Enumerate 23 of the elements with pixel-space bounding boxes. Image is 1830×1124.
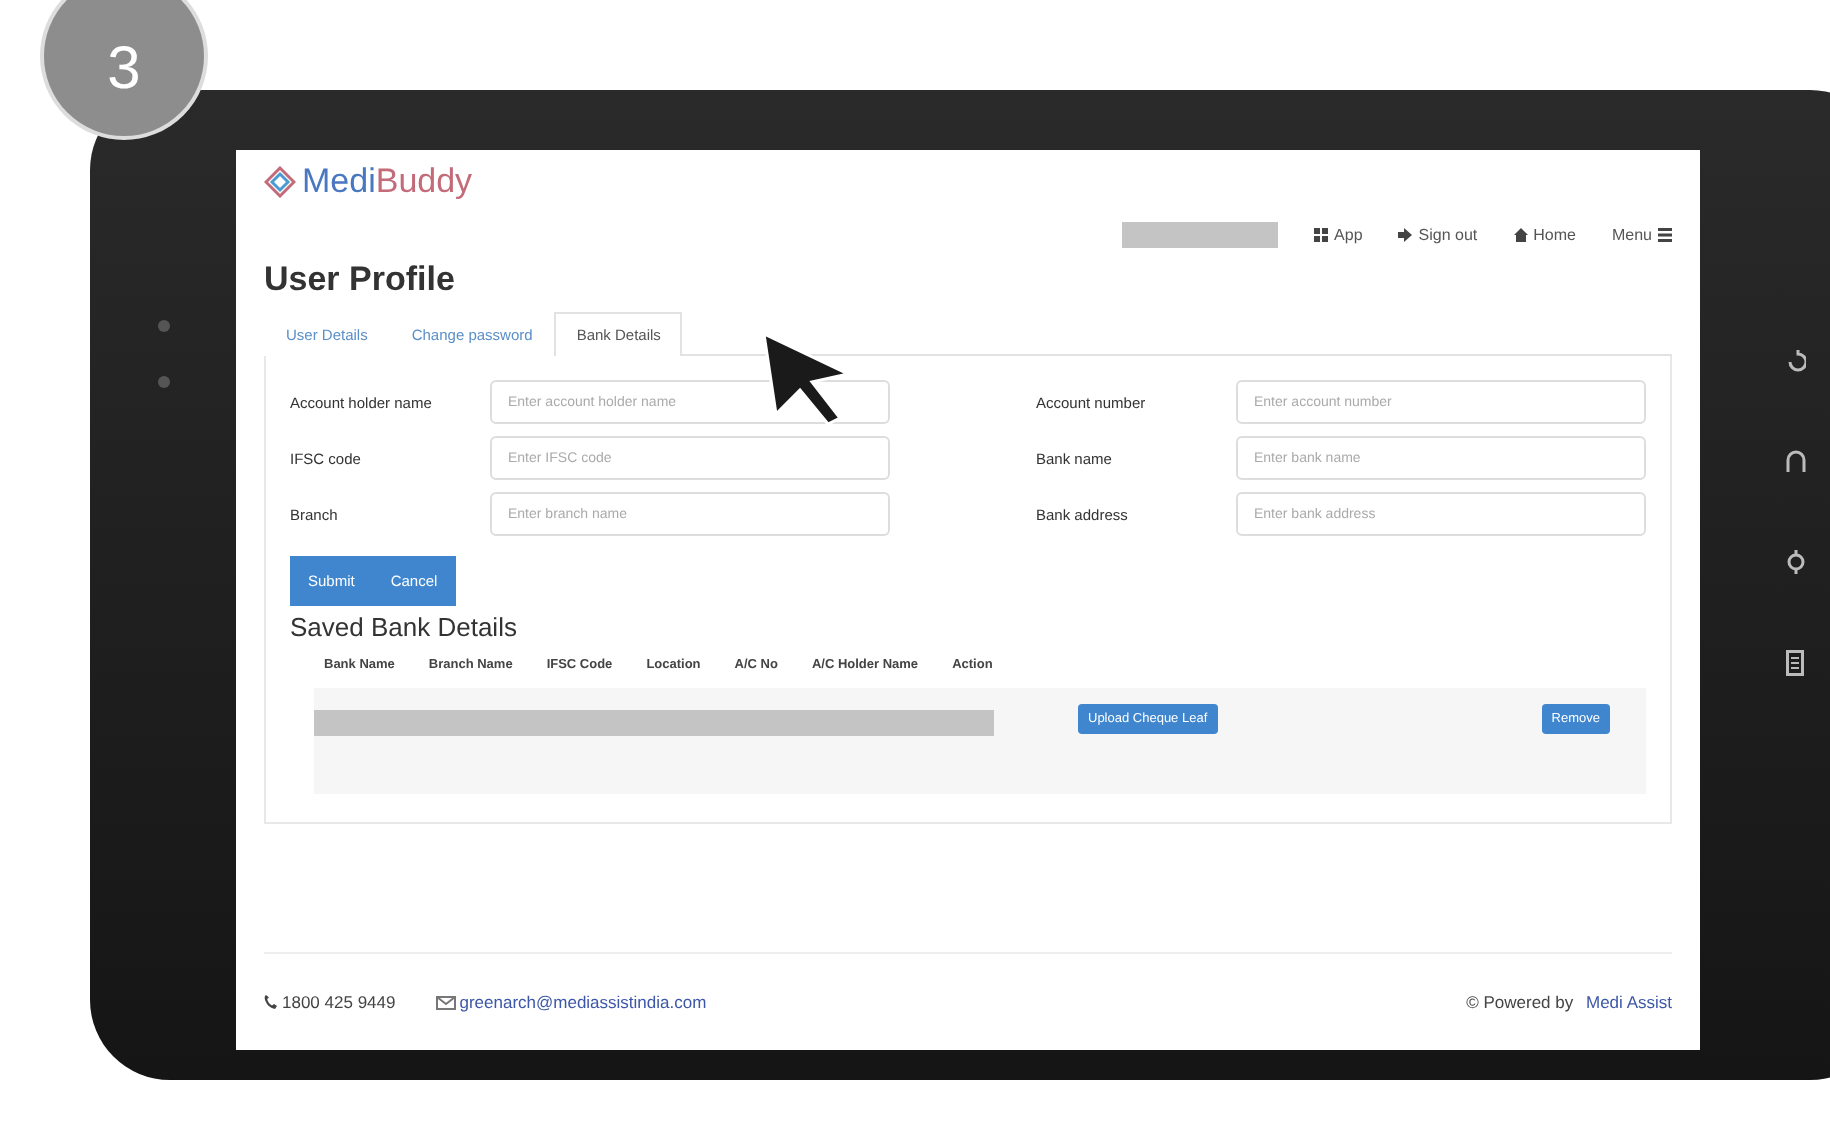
sign-out-icon: [1398, 228, 1413, 242]
company-link[interactable]: Medi Assist: [1586, 992, 1672, 1012]
back-icon: [1785, 350, 1805, 374]
menu-icon: [1658, 228, 1672, 242]
grid-icon: [1314, 228, 1329, 242]
email-link[interactable]: greenarch@mediassistindia.com: [459, 992, 707, 1012]
camera-dot: [157, 320, 169, 332]
section-title: Saved Bank Details: [290, 612, 519, 642]
nav-link[interactable]: Home: [1513, 226, 1576, 244]
mail-icon: [435, 995, 456, 1009]
nav-link[interactable]: Menu: [1611, 226, 1672, 244]
logo-text: MediBuddy: [302, 162, 473, 202]
home-icon: [1513, 228, 1528, 242]
step-badge: 3: [40, 0, 208, 140]
phone-number: 1800 425 9449: [282, 992, 396, 1012]
page-title: User Profile: [264, 260, 457, 300]
menu-key-icon: [1786, 650, 1804, 676]
powered-by-text: © Powered by: [1466, 992, 1574, 1012]
nav-link[interactable]: App: [1314, 226, 1363, 244]
logo-icon: [264, 166, 296, 198]
phone-icon: [264, 994, 278, 1010]
nav-link[interactable]: Sign out: [1398, 226, 1478, 244]
sensor-dot: [157, 376, 169, 388]
